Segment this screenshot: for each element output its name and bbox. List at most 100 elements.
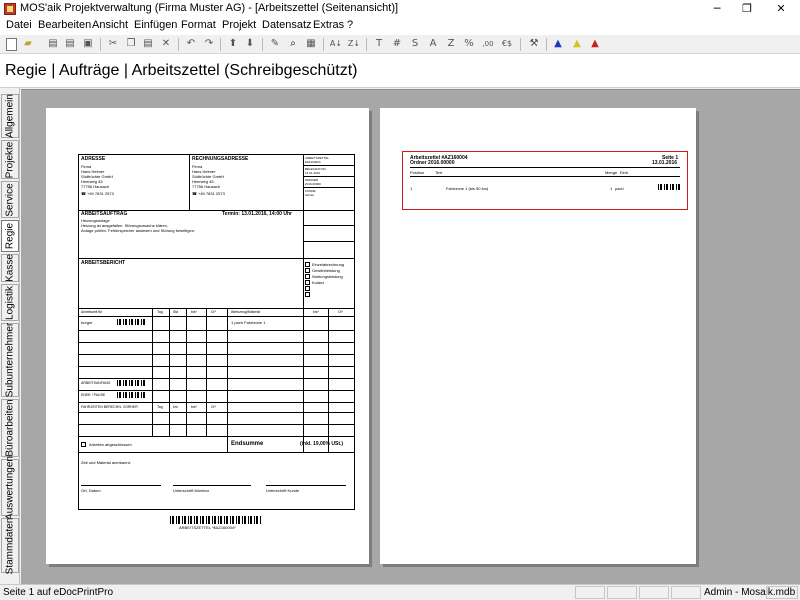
sidebar-tab-bueroarbeiten[interactable]: Büroarbeiten <box>1 399 19 457</box>
form-divider <box>303 165 354 166</box>
up-arrow-icon[interactable]: ⬆ <box>226 37 240 51</box>
print-preview-icon[interactable]: ▣ <box>81 37 95 51</box>
form-divider <box>303 225 354 226</box>
menu-ansicht[interactable]: Ansicht <box>92 19 128 31</box>
status-text: Seite 1 auf eDocPrintPro <box>3 587 114 598</box>
undo-icon[interactable]: ↶ <box>184 37 198 51</box>
table-line <box>410 176 680 177</box>
menu-extras[interactable]: Extras <box>313 19 344 31</box>
print-setup-icon[interactable]: ▤ <box>63 37 77 51</box>
menu-datensatz[interactable]: Datensatz <box>262 19 312 31</box>
open-icon[interactable]: ▰ <box>21 37 35 51</box>
form-divider <box>189 154 190 210</box>
text-icon[interactable]: T <box>372 37 386 51</box>
close-button[interactable]: ✕ <box>766 0 796 18</box>
redo-icon[interactable]: ↷ <box>202 37 216 51</box>
checkbox-einzelabrechnung[interactable] <box>305 262 310 267</box>
sidebar-tab-stammdaten[interactable]: Stammdaten <box>1 517 19 574</box>
tools-icon[interactable]: ⚒ <box>527 37 541 51</box>
sidebar-tab-projekte[interactable]: Projekte <box>1 140 19 179</box>
job-label: ARBEITSAUFTRAG <box>81 211 128 217</box>
down-arrow-icon[interactable]: ⬇ <box>243 37 257 51</box>
address-label: ADRESSE <box>81 156 106 162</box>
row-text: Fahrtzone 1 (bis 50 km) <box>446 186 489 191</box>
table-divider <box>152 308 153 436</box>
percent-icon[interactable]: % <box>462 37 476 51</box>
menu-einfuegen[interactable]: Einfügen <box>134 19 177 31</box>
delete-icon[interactable]: ✕ <box>159 37 173 51</box>
checkbox-work-done[interactable] <box>81 442 86 447</box>
address-phone: +49 7831 2573 <box>87 191 114 196</box>
info-value: helmer <box>305 193 315 197</box>
menu-bar: Datei Bearbeiten Ansicht Einfügen Format… <box>0 18 800 35</box>
sort-az-icon[interactable]: A↓ <box>329 37 343 51</box>
checkbox-extra[interactable] <box>305 286 310 291</box>
table-header: Ct* <box>338 310 343 314</box>
sidebar-tab-auswertungen[interactable]: Auswertungen <box>1 456 19 519</box>
table-header: Ct* <box>211 310 216 314</box>
sidebar-tab-label: Projekte <box>4 141 16 178</box>
checkbox-wartung[interactable] <box>305 274 310 279</box>
menu-datei[interactable]: Datei <box>6 19 32 31</box>
sort-za-icon[interactable]: Z↓ <box>347 37 361 51</box>
new-icon[interactable] <box>4 37 18 51</box>
barcode <box>117 319 145 325</box>
sidebar-tab-kasse[interactable]: Kasse <box>1 254 19 282</box>
table-line <box>410 167 680 168</box>
print-preview-area[interactable]: ADRESSE Firma Hans Helmer Südfrüchte Gmb… <box>21 89 800 584</box>
status-panel <box>575 586 605 599</box>
form-divider <box>303 241 354 242</box>
barcode <box>117 392 145 398</box>
checkbox-kulanz[interactable] <box>305 280 310 285</box>
user-yellow-icon[interactable]: ▲ <box>570 37 584 51</box>
sum-icon[interactable]: S <box>408 37 422 51</box>
count-icon[interactable]: Z <box>444 37 458 51</box>
sign-label: Unterschrift Monteur <box>173 488 210 493</box>
sidebar-tab-service[interactable]: Service <box>1 181 19 218</box>
checkbox-extra[interactable] <box>305 292 310 297</box>
number-icon[interactable]: # <box>390 37 404 51</box>
print-icon[interactable]: ▤ <box>46 37 60 51</box>
phone-icon: ☎ <box>81 191 86 196</box>
search-icon[interactable]: ⌕ <box>286 37 300 51</box>
app-icon[interactable] <box>4 3 16 15</box>
table-divider <box>206 308 207 436</box>
row-pos: 1 <box>410 186 413 191</box>
table-row-line <box>78 354 354 355</box>
table-header: Werkzeug/Material <box>231 310 261 314</box>
decimal-icon[interactable]: ,00 <box>481 37 495 51</box>
table-row-line <box>78 412 354 413</box>
preview-page-1[interactable]: ADRESSE Firma Hans Helmer Südfrüchte Gmb… <box>46 108 369 564</box>
sidebar-tab-allgemein[interactable]: Allgemein <box>1 94 19 138</box>
sidebar-tab-label: Stammdaten <box>4 517 16 574</box>
menu-format[interactable]: Format <box>181 19 216 31</box>
end-label: ENDE / PAUSE <box>81 393 106 397</box>
average-icon[interactable]: A <box>426 37 440 51</box>
user-blue-icon[interactable]: ▲ <box>551 37 565 51</box>
sidebar-tab-regie[interactable]: Regie <box>1 220 19 252</box>
cut-icon[interactable]: ✂ <box>106 37 120 51</box>
user-red-icon[interactable]: ▲ <box>588 37 602 51</box>
sidebar-tab-subunternehmer[interactable]: Subunternehmer <box>1 323 19 397</box>
table-header: Arbeitszeit für <box>81 310 103 314</box>
billing-phone: +49 7831 2573 <box>198 191 225 196</box>
barcode <box>117 380 145 386</box>
properties-icon[interactable]: ▦ <box>304 37 318 51</box>
menu-bearbeiten[interactable]: Bearbeiten <box>38 19 91 31</box>
sidebar-tab-logistik[interactable]: Logistik <box>1 284 19 321</box>
maximize-button[interactable]: ❐ <box>732 0 762 18</box>
menu-help[interactable]: ? <box>347 19 353 31</box>
menu-projekt[interactable]: Projekt <box>222 19 256 31</box>
table-header: km <box>173 405 178 409</box>
paste-icon[interactable]: ▤ <box>141 37 155 51</box>
footer-barcode <box>170 516 262 524</box>
sign-label: Ort, Datum <box>81 488 101 493</box>
minimize-button[interactable]: ─ <box>702 0 732 18</box>
currency-icon[interactable]: €$ <box>500 37 514 51</box>
col-header: Text <box>435 170 443 175</box>
copy-icon[interactable]: ❐ <box>124 37 138 51</box>
checkbox-gewaehrleistung[interactable] <box>305 268 310 273</box>
checkbox-label: Einzelabrechnung <box>312 262 345 267</box>
edit-icon[interactable]: ✎ <box>268 37 282 51</box>
preview-page-2[interactable]: Arbeitszettel #AZ160004 Ordner 2016.0000… <box>380 108 696 564</box>
